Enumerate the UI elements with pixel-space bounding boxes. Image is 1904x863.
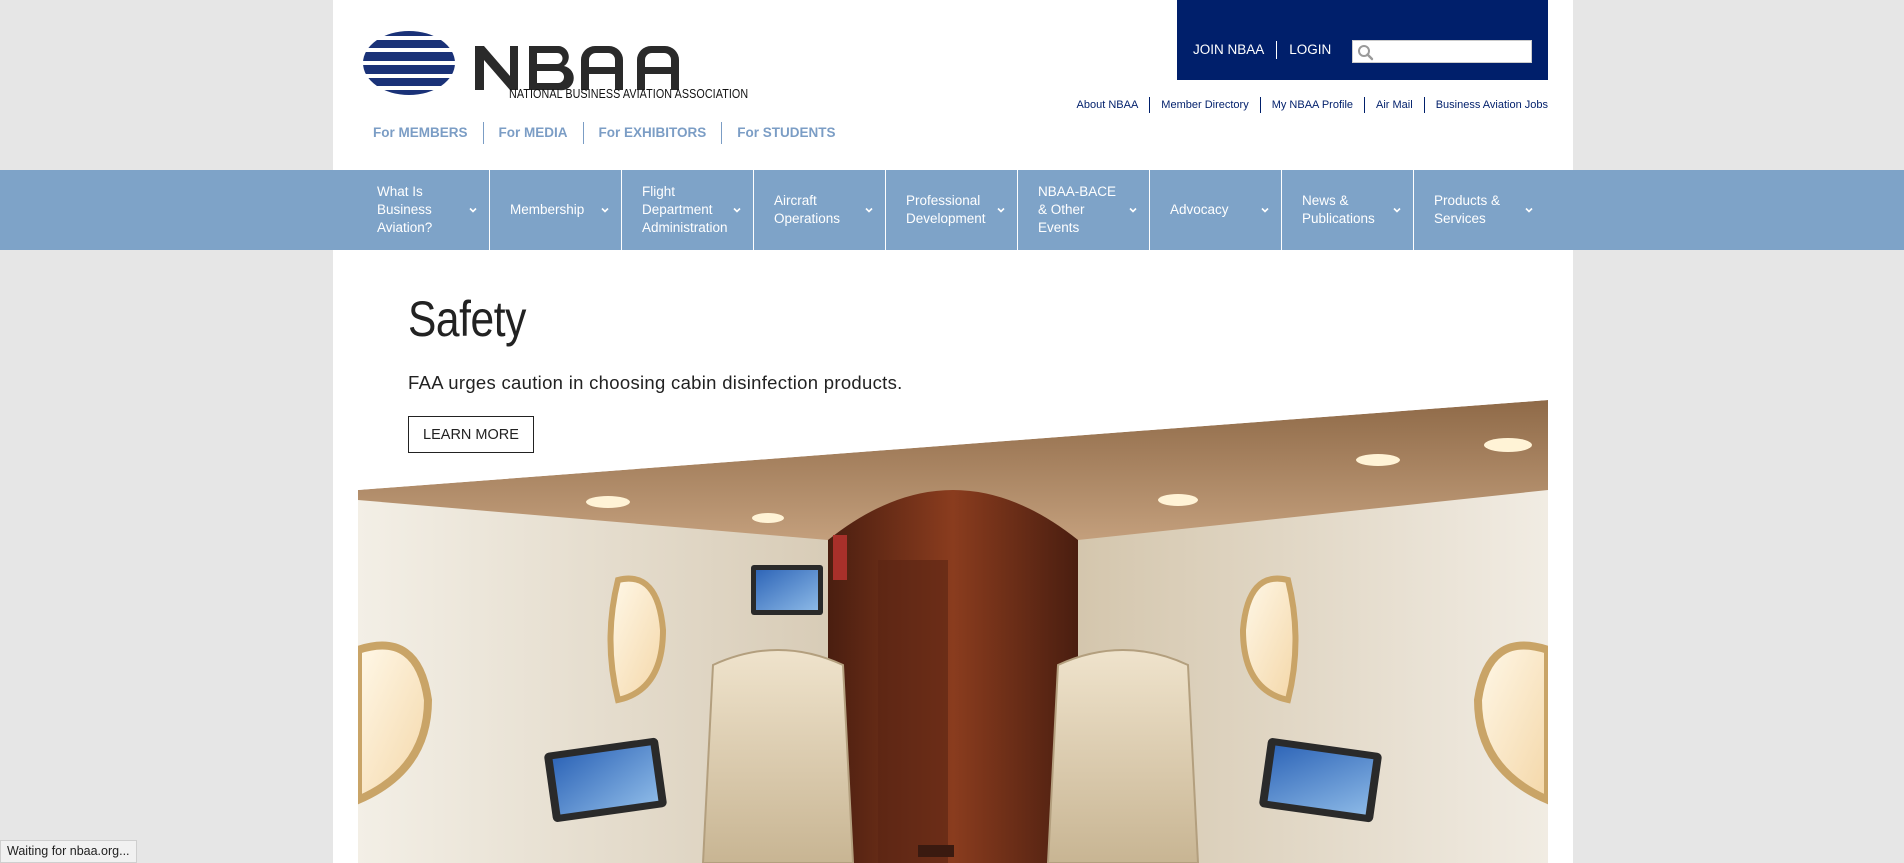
nav-item-label: What Is Business Aviation? (377, 184, 433, 235)
browser-status-bar: Waiting for nbaa.org... (0, 840, 137, 863)
utility-link-jobs[interactable]: Business Aviation Jobs (1423, 97, 1548, 113)
utility-link-profile[interactable]: My NBAA Profile (1259, 97, 1364, 113)
nav-item-label: Professional Development (906, 193, 986, 226)
utility-nav: About NBAA Member Directory My NBAA Prof… (1077, 97, 1548, 113)
account-links: JOIN NBAA LOGIN (1193, 41, 1343, 59)
chevron-down-icon (1393, 207, 1401, 213)
nav-item-label: Products & Services (1434, 193, 1501, 226)
join-link[interactable]: JOIN NBAA (1193, 41, 1276, 59)
audience-nav: For MEMBERS For MEDIA For EXHIBITORS For… (373, 122, 851, 144)
chevron-down-icon (1129, 207, 1137, 213)
audience-link-media[interactable]: For MEDIA (482, 122, 583, 144)
nav-item-advocacy[interactable]: Advocacy (1149, 170, 1281, 250)
audience-link-students[interactable]: For STUDENTS (721, 122, 850, 144)
account-bar: JOIN NBAA LOGIN (1177, 0, 1548, 80)
nav-item-aircraft-operations[interactable]: Aircraft Operations (753, 170, 885, 250)
nav-item-label: Advocacy (1170, 202, 1229, 217)
login-link[interactable]: LOGIN (1276, 41, 1343, 59)
nav-item-flight-department-administration[interactable]: Flight Department Administration (621, 170, 753, 250)
chevron-down-icon (733, 207, 741, 213)
chevron-down-icon (601, 207, 609, 213)
hero-title: Safety (408, 291, 526, 347)
utility-link-air-mail[interactable]: Air Mail (1364, 97, 1424, 113)
chevron-down-icon (997, 207, 1005, 213)
nav-item-products-services[interactable]: Products & Services (1413, 170, 1545, 250)
utility-link-about[interactable]: About NBAA (1077, 97, 1150, 113)
nav-item-what-is-business-aviation[interactable]: What Is Business Aviation? (357, 170, 489, 250)
chevron-down-icon (865, 207, 873, 213)
search-box (1352, 40, 1532, 63)
hero-subtitle: FAA urges caution in choosing cabin disi… (408, 372, 903, 393)
main-nav-items: What Is Business Aviation? Membership Fl… (357, 170, 1545, 250)
audience-link-members[interactable]: For MEMBERS (373, 122, 483, 144)
nav-item-label: NBAA-BACE & Other Events (1038, 184, 1117, 235)
search-input[interactable] (1377, 43, 1527, 60)
search-icon[interactable] (1357, 44, 1375, 61)
site-header: NATIONAL BUSINESS AVIATION ASSOCIATION F… (333, 0, 1573, 170)
learn-more-button[interactable]: LEARN MORE (408, 416, 534, 453)
cabin-interior-illustration (358, 400, 1548, 863)
nav-item-news-publications[interactable]: News & Publications (1281, 170, 1413, 250)
nav-item-label: Flight Department Administration (642, 184, 728, 235)
audience-link-exhibitors[interactable]: For EXHIBITORS (582, 122, 722, 144)
utility-link-member-directory[interactable]: Member Directory (1149, 97, 1259, 113)
nav-item-label: News & Publications (1302, 193, 1375, 226)
logo-tagline: NATIONAL BUSINESS AVIATION ASSOCIATION (509, 87, 749, 101)
nav-item-professional-development[interactable]: Professional Development (885, 170, 1017, 250)
chevron-down-icon (1525, 207, 1533, 213)
main-nav: What Is Business Aviation? Membership Fl… (0, 170, 1904, 250)
chevron-down-icon (1261, 207, 1269, 213)
nav-item-label: Membership (510, 202, 585, 217)
nav-item-events[interactable]: NBAA-BACE & Other Events (1017, 170, 1149, 250)
main-content: Safety FAA urges caution in choosing cab… (333, 250, 1573, 863)
nav-item-label: Aircraft Operations (774, 193, 841, 226)
nbaa-logo[interactable]: NATIONAL BUSINESS AVIATION ASSOCIATION (363, 30, 748, 102)
hero-image-jet-cabin (358, 400, 1548, 863)
nav-item-membership[interactable]: Membership (489, 170, 621, 250)
chevron-down-icon (469, 207, 477, 213)
